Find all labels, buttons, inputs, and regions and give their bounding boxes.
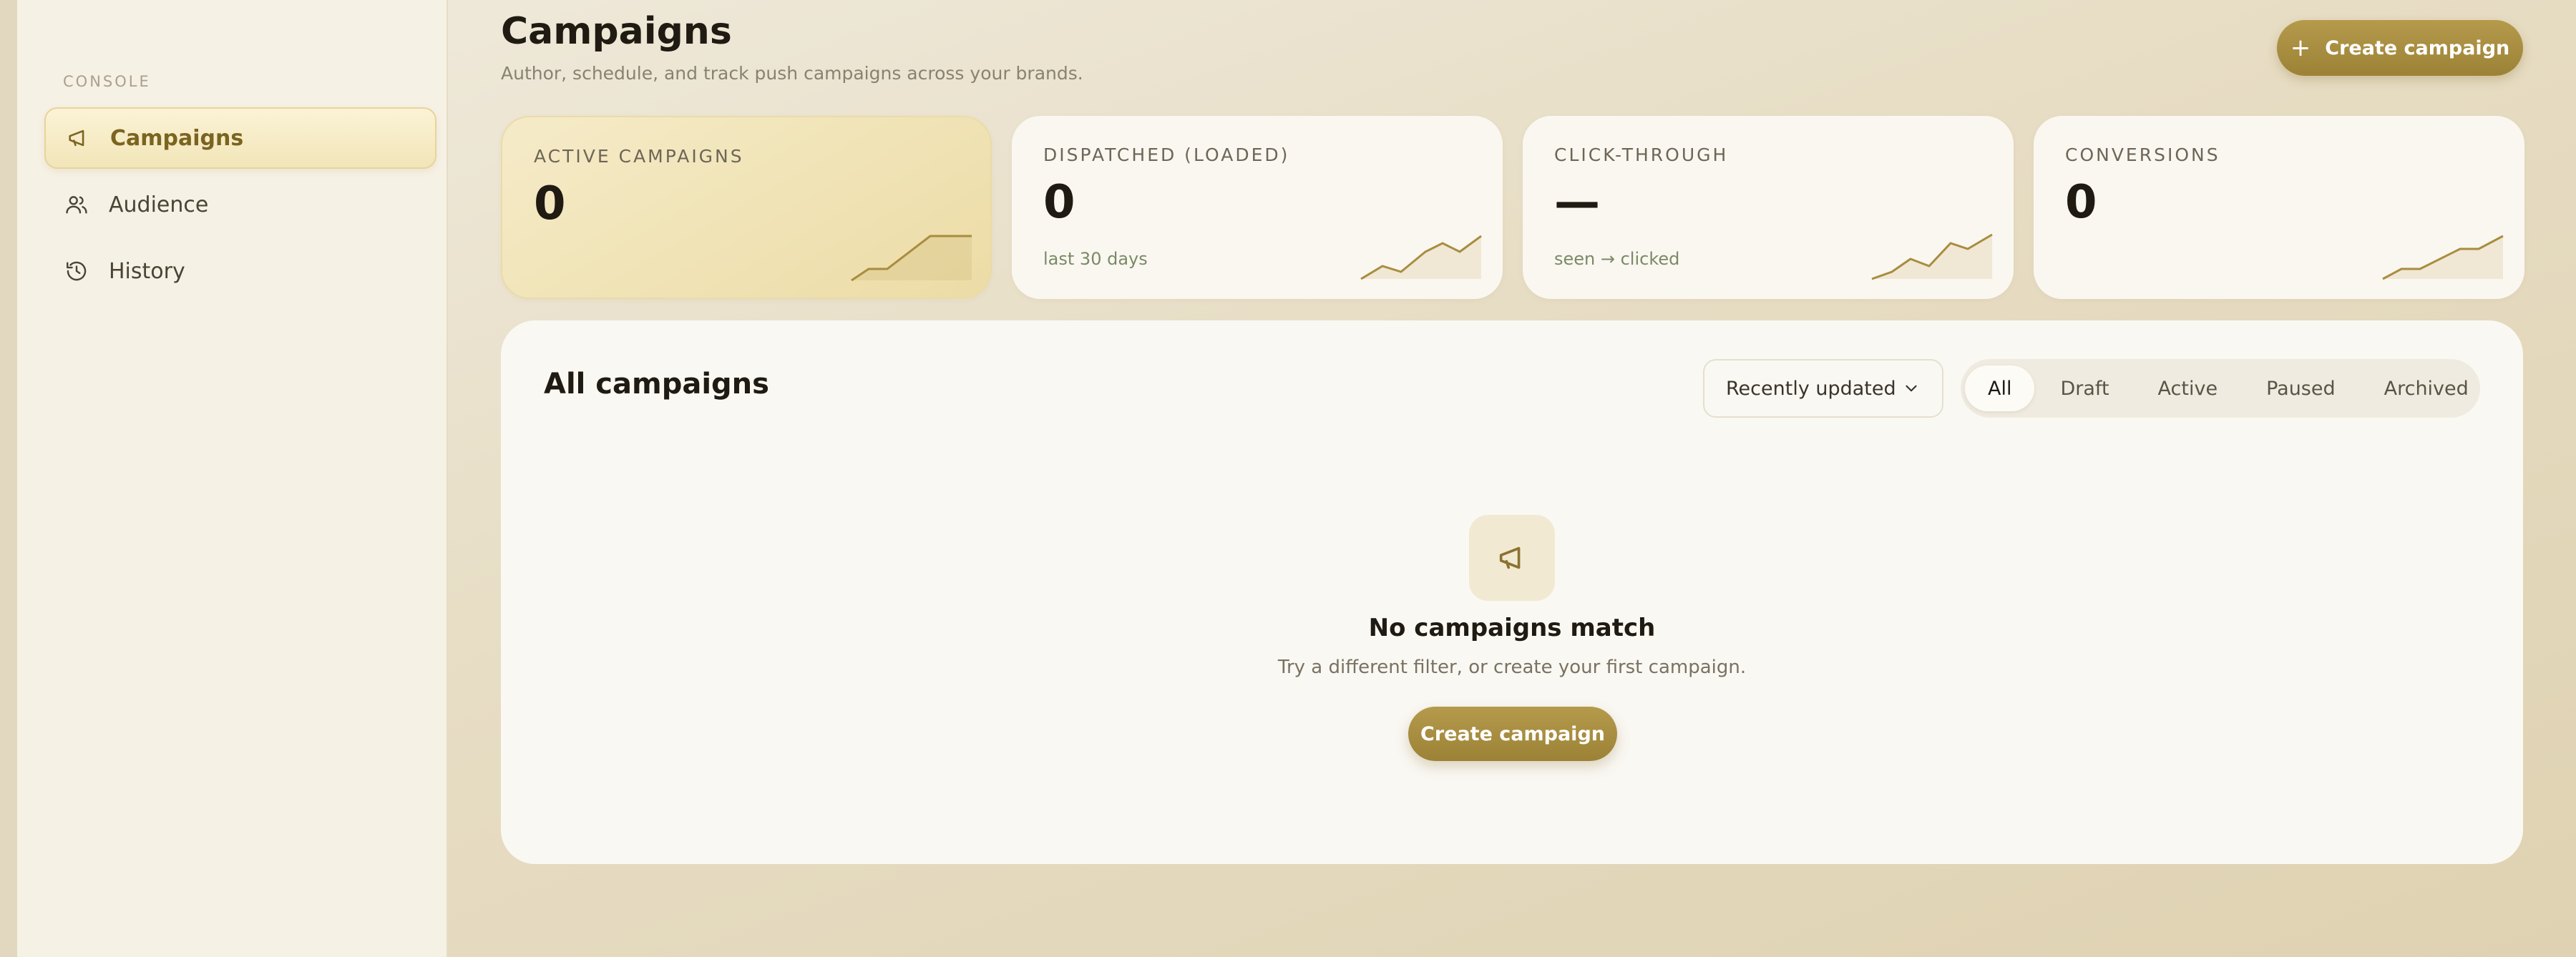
sort-select[interactable]: Recently updated bbox=[1703, 359, 1943, 418]
sparkline-icon bbox=[1871, 233, 1993, 280]
stat-card-dispatched: DISPATCHED (LOADED) 0 last 30 days bbox=[1012, 116, 1503, 299]
sidebar-item-label: Audience bbox=[109, 192, 209, 217]
filter-tab-active[interactable]: Active bbox=[2135, 365, 2241, 411]
stat-sub: last 30 days bbox=[1043, 249, 1148, 269]
stat-value: 0 bbox=[2065, 176, 2097, 229]
filter-tab-paused[interactable]: Paused bbox=[2243, 365, 2358, 411]
sidebar-item-campaigns[interactable]: Campaigns bbox=[44, 107, 436, 169]
stat-label: DISPATCHED (LOADED) bbox=[1043, 144, 1290, 165]
stat-value: — bbox=[1554, 176, 1600, 229]
sort-select-value: Recently updated bbox=[1726, 377, 1896, 400]
panel-title: All campaigns bbox=[544, 368, 769, 401]
filter-tab-archived[interactable]: Archived bbox=[2361, 365, 2492, 411]
empty-state-title: No campaigns match bbox=[1368, 614, 1656, 642]
sidebar-item-history[interactable]: History bbox=[44, 240, 436, 302]
page-title: Campaigns bbox=[501, 10, 732, 53]
stat-label: CLICK-THROUGH bbox=[1554, 144, 1729, 165]
empty-state-subtitle: Try a different filter, or create your f… bbox=[1277, 657, 1747, 678]
campaigns-panel: All campaigns Recently updated All Draft… bbox=[501, 320, 2523, 864]
history-icon bbox=[67, 261, 87, 281]
sidebar: CONSOLE Campaigns Audience History bbox=[17, 0, 448, 957]
plus-icon: + bbox=[2290, 34, 2311, 62]
filter-tab-draft[interactable]: Draft bbox=[2037, 365, 2132, 411]
empty-create-campaign-button[interactable]: Create campaign bbox=[1408, 707, 1617, 761]
sidebar-item-audience[interactable]: Audience bbox=[44, 174, 436, 235]
create-campaign-button[interactable]: + Create campaign bbox=[2277, 20, 2523, 76]
megaphone-icon bbox=[1499, 546, 1521, 569]
stat-label: ACTIVE CAMPAIGNS bbox=[534, 146, 744, 167]
sidebar-item-label: Campaigns bbox=[110, 125, 244, 151]
create-campaign-label: Create campaign bbox=[2325, 36, 2510, 59]
window-edge bbox=[0, 0, 17, 957]
stat-card-click-through: CLICK-THROUGH — seen → clicked bbox=[1523, 116, 2014, 299]
users-icon bbox=[66, 196, 87, 214]
empty-state-icon bbox=[1469, 515, 1555, 601]
stat-card-conversions: CONVERSIONS 0 bbox=[2034, 116, 2524, 299]
stat-card-active-campaigns: ACTIVE CAMPAIGNS 0 bbox=[501, 116, 992, 299]
chevron-down-icon bbox=[1906, 385, 1917, 392]
sparkline-icon bbox=[851, 235, 972, 282]
status-filter-tabs: All Draft Active Paused Archived bbox=[1961, 359, 2480, 418]
stat-label: CONVERSIONS bbox=[2065, 144, 2220, 165]
stat-value: 0 bbox=[534, 177, 566, 230]
page-subtitle: Author, schedule, and track push campaig… bbox=[501, 63, 1083, 84]
stat-value: 0 bbox=[1043, 176, 1075, 229]
filter-tab-all[interactable]: All bbox=[1965, 365, 2035, 411]
sidebar-item-label: History bbox=[109, 258, 185, 284]
sidebar-section-label: CONSOLE bbox=[63, 73, 151, 90]
stat-sub: seen → clicked bbox=[1554, 249, 1680, 269]
megaphone-icon bbox=[69, 129, 84, 147]
sparkline-icon bbox=[1360, 235, 1482, 280]
sparkline-icon bbox=[2382, 235, 2504, 280]
